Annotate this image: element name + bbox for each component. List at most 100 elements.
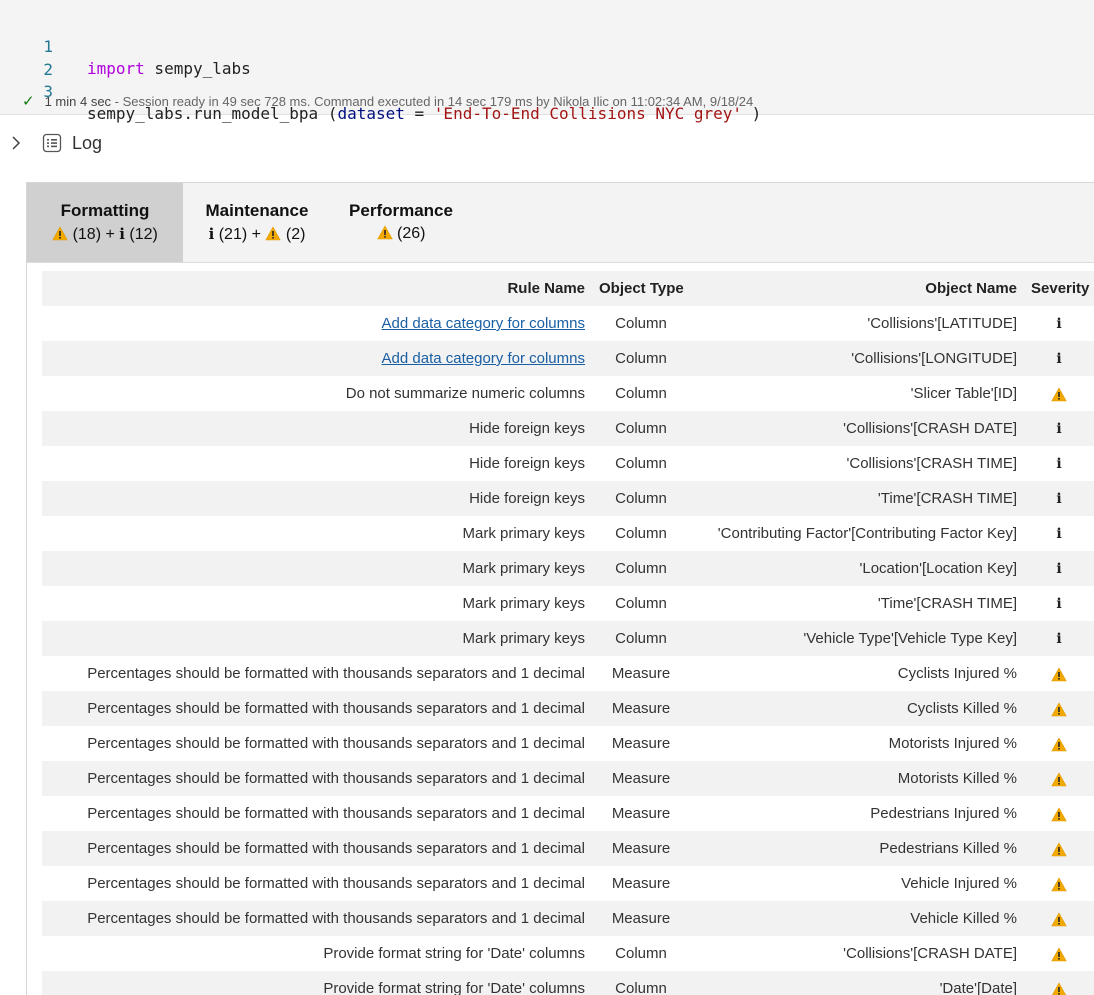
object-type: Column (615, 980, 667, 995)
object-type: Measure (611, 910, 671, 927)
execution-duration: 1 min 4 sec (44, 94, 112, 109)
severity-cell (1031, 691, 1087, 726)
execution-status: ✓ 1 min 4 sec - Session ready in 49 sec 7… (22, 92, 753, 112)
object-name: 'Collisions'[LONGITUDE] (851, 350, 1017, 367)
category-tabs: Formatting (18) + i (12) Maintenance i (… (27, 183, 1094, 263)
warning-icon (1051, 771, 1067, 786)
warning-icon (1051, 736, 1067, 751)
count-separator: + (105, 226, 115, 243)
object-type: Column (615, 945, 667, 962)
header-object-name[interactable]: Object Name (925, 271, 1017, 306)
object-name: Cyclists Injured % (897, 665, 1017, 682)
table-row: Provide format string for 'Date' columns… (42, 971, 1094, 995)
header-severity[interactable]: Severity (1031, 271, 1089, 306)
header-rule-name[interactable]: Rule Name (507, 271, 585, 306)
warning-icon (52, 226, 68, 241)
bpa-output-panel: Formatting (18) + i (12) Maintenance i (… (26, 182, 1094, 995)
code-cell[interactable]: 1 import sempy_labs 2 3 sempy_labs.run_m… (0, 0, 1094, 123)
object-type: Measure (611, 840, 671, 857)
rule-name: Percentages should be formatted with tho… (87, 770, 585, 787)
table-row: Percentages should be formatted with tho… (42, 691, 1094, 726)
tab-performance[interactable]: Performance (26) (331, 183, 471, 262)
severity-cell (1031, 761, 1087, 796)
tab-counts: i (21) + (2) (183, 225, 331, 244)
code-keyword: import (87, 59, 145, 78)
log-toggle[interactable]: Log (8, 130, 102, 156)
tab-maintenance[interactable]: Maintenance i (21) + (2) (183, 183, 331, 262)
table-row: Percentages should be formatted with tho… (42, 831, 1094, 866)
rule-name-link[interactable]: Add data category for columns (382, 341, 585, 376)
object-name: 'Time'[CRASH TIME] (877, 490, 1017, 507)
table-row: Percentages should be formatted with tho… (42, 761, 1094, 796)
count-separator: + (251, 226, 261, 243)
info-icon: i (1056, 351, 1062, 367)
info-icon: i (1056, 456, 1062, 472)
info-icon: i (208, 225, 215, 243)
severity-cell: i (1031, 481, 1087, 517)
table-row: Mark primary keys Column 'Time'[CRASH TIME… (42, 586, 1094, 621)
severity-cell (1031, 971, 1087, 995)
object-type: Measure (611, 735, 671, 752)
code-text: sempy_labs (144, 59, 251, 78)
rule-name: Hide foreign keys (469, 490, 585, 507)
tab-formatting[interactable]: Formatting (18) + i (12) (27, 183, 183, 262)
rule-name: Do not summarize numeric columns (345, 385, 585, 402)
rule-name: Percentages should be formatted with tho… (87, 805, 585, 822)
object-type: Column (615, 490, 667, 507)
object-name: 'Collisions'[CRASH TIME] (846, 455, 1018, 472)
severity-cell (1031, 376, 1087, 411)
rule-name: Provide format string for 'Date' columns (323, 980, 585, 995)
warning-icon (265, 226, 282, 241)
info-icon: i (1056, 316, 1062, 332)
table-row: Hide foreign keys Column 'Time'[CRASH TIME… (42, 481, 1094, 516)
object-type: Column (615, 560, 667, 577)
rule-name: Percentages should be formatted with tho… (87, 665, 585, 682)
table-header-row: Rule Name Object Type Object Name Severi… (42, 271, 1094, 306)
info-icon: i (1056, 491, 1062, 507)
severity-cell (1031, 901, 1087, 936)
warning-icon (1051, 876, 1067, 891)
object-type: Column (615, 525, 667, 542)
warning-icon (1051, 981, 1067, 995)
severity-cell: i (1031, 446, 1087, 482)
object-type: Measure (611, 770, 671, 787)
object-type: Column (615, 630, 667, 647)
rule-name: Hide foreign keys (469, 455, 585, 472)
object-type: Column (615, 385, 667, 402)
table-row: Percentages should be formatted with tho… (42, 866, 1094, 901)
table-row: Percentages should be formatted with tho… (42, 796, 1094, 831)
warning-icon (376, 225, 393, 240)
log-label: Log (72, 132, 103, 153)
object-name: 'Date'[Date] (939, 980, 1017, 995)
object-type: Measure (611, 805, 671, 822)
object-name: Motorists Killed % (897, 770, 1017, 787)
tab-title: Performance (349, 201, 453, 220)
info-icon: i (1056, 596, 1062, 612)
object-name: 'Time'[CRASH TIME] (877, 595, 1017, 612)
table-row: Add data category for columns Column 'Coll… (42, 306, 1094, 341)
info-count: (12) (129, 226, 158, 243)
header-object-type[interactable]: Object Type (599, 271, 684, 306)
rule-name: Mark primary keys (462, 525, 585, 542)
rule-name: Percentages should be formatted with tho… (87, 875, 585, 892)
warning-icon (1051, 841, 1067, 856)
info-icon: i (119, 225, 125, 243)
warning-count: (2) (285, 226, 306, 243)
warning-icon (1051, 666, 1067, 681)
table-row: Add data category for columns Column 'Coll… (42, 341, 1094, 376)
object-name: 'Contributing Factor'[Contributing Facto… (717, 525, 1017, 542)
severity-cell: i (1031, 551, 1087, 587)
tab-counts: (26) (331, 225, 471, 243)
warning-icon (1051, 911, 1067, 926)
warning-icon (1051, 701, 1067, 716)
code-line-3: 3 sempy_labs.run_model_bpa (dataset = 'E… (0, 59, 761, 123)
chevron-right-icon[interactable] (8, 130, 24, 156)
rule-name: Mark primary keys (462, 560, 585, 577)
table-row: Mark primary keys Column 'Contributing Fac… (42, 516, 1094, 551)
rule-name-link[interactable]: Add data category for columns (382, 306, 585, 341)
table-row: Mark primary keys Column 'Vehicle Type'[Ve… (42, 621, 1094, 656)
object-type: Column (615, 350, 667, 367)
object-name: 'Slicer Table'[ID] (910, 385, 1017, 402)
severity-cell: i (1031, 411, 1087, 447)
tab-title: Maintenance (205, 201, 309, 220)
